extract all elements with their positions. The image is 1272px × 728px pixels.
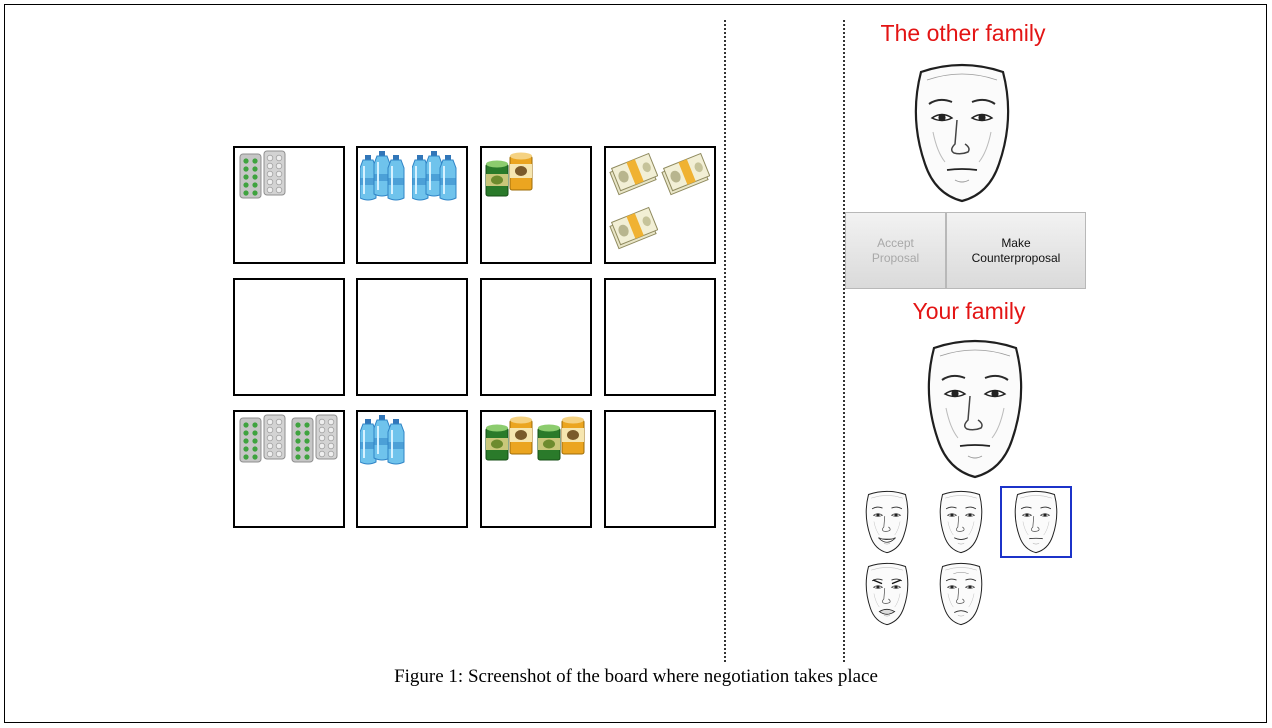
board-cell-middle-row-4[interactable] bbox=[604, 278, 716, 396]
emotion-option-smiling[interactable] bbox=[925, 486, 997, 558]
accept-proposal-button[interactable]: Accept Proposal bbox=[845, 212, 946, 289]
medicine-icon[interactable] bbox=[237, 414, 287, 466]
emotion-option-neutral[interactable] bbox=[1000, 486, 1072, 558]
board-cell-bottom-row-2[interactable] bbox=[356, 410, 468, 528]
your-family-title: Your family bbox=[912, 298, 1026, 324]
emotion-option-happy[interactable] bbox=[851, 486, 923, 558]
angry-face-icon bbox=[865, 562, 909, 626]
water-bottles-icon[interactable] bbox=[360, 414, 410, 466]
money-icon[interactable] bbox=[608, 150, 658, 202]
sad-face-icon bbox=[939, 562, 983, 626]
money-icon[interactable] bbox=[608, 204, 658, 256]
board-cell-bottom-row-3[interactable] bbox=[480, 410, 592, 528]
water-bottles-icon[interactable] bbox=[360, 150, 410, 202]
water-bottles-icon[interactable] bbox=[412, 150, 462, 202]
medicine-icon[interactable] bbox=[237, 150, 287, 202]
board-cell-top-row-4[interactable] bbox=[604, 146, 716, 264]
canned-food-icon[interactable] bbox=[536, 414, 586, 466]
other-family-face-icon bbox=[914, 63, 1010, 203]
canned-food-icon[interactable] bbox=[484, 150, 534, 202]
other-family-title: The other family bbox=[880, 20, 1046, 46]
emotion-option-sad[interactable] bbox=[925, 558, 997, 630]
board-cell-middle-row-2[interactable] bbox=[356, 278, 468, 396]
board-cell-bottom-row-4[interactable] bbox=[604, 410, 716, 528]
money-icon[interactable] bbox=[660, 150, 710, 202]
make-counterproposal-button[interactable]: Make Counterproposal bbox=[946, 212, 1086, 289]
board-cell-top-row-1[interactable] bbox=[233, 146, 345, 264]
panel-divider bbox=[843, 20, 845, 662]
neutral-face-icon bbox=[1014, 490, 1058, 554]
board-cell-middle-row-3[interactable] bbox=[480, 278, 592, 396]
figure-caption: Figure 1: Screenshot of the board where … bbox=[394, 666, 878, 687]
happy-face-icon bbox=[865, 490, 909, 554]
board-cell-bottom-row-1[interactable] bbox=[233, 410, 345, 528]
smiling-face-icon bbox=[939, 490, 983, 554]
canned-food-icon[interactable] bbox=[484, 414, 534, 466]
medicine-icon[interactable] bbox=[289, 414, 339, 466]
board-cell-middle-row-1[interactable] bbox=[233, 278, 345, 396]
board-cell-top-row-2[interactable] bbox=[356, 146, 468, 264]
emotion-option-angry[interactable] bbox=[851, 558, 923, 630]
your-family-face-icon bbox=[927, 339, 1023, 479]
board-divider bbox=[724, 20, 726, 662]
board-cell-top-row-3[interactable] bbox=[480, 146, 592, 264]
